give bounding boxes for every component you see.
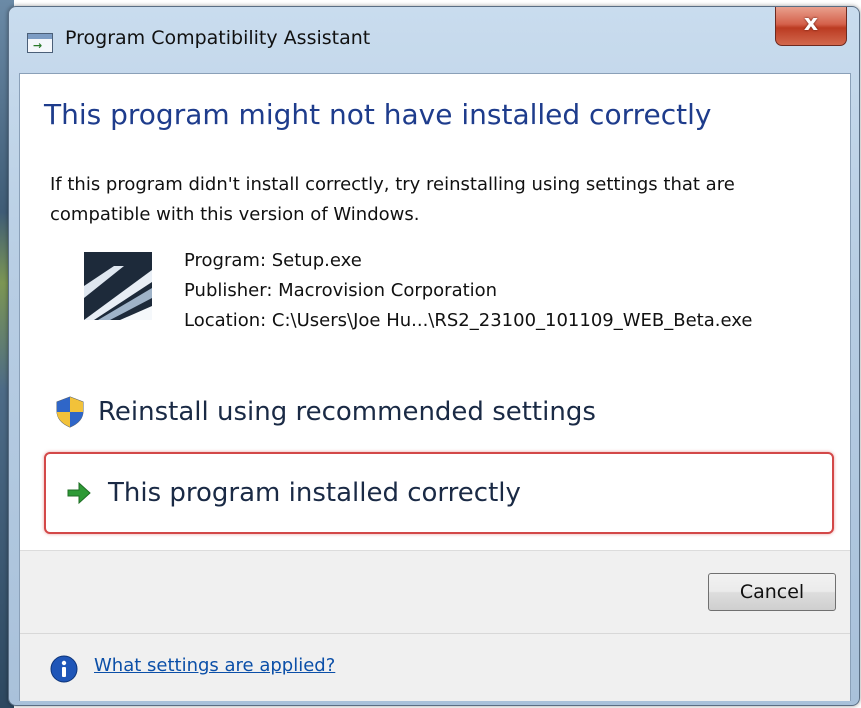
description-text: If this program didn't install correctly… bbox=[50, 174, 735, 225]
info-icon bbox=[50, 655, 78, 683]
window-title: Program Compatibility Assistant bbox=[65, 27, 371, 49]
installed-correctly-option[interactable]: This program installed correctly bbox=[44, 452, 834, 534]
dialog-content: This program might not have installed co… bbox=[19, 73, 851, 701]
main-heading: This program might not have installed co… bbox=[44, 98, 712, 131]
program-location: Location: C:\Users\Joe Hu...\RS2_23100_1… bbox=[184, 310, 753, 331]
setup-program-icon bbox=[84, 252, 152, 320]
title-bar[interactable]: → Program Compatibility Assistant x bbox=[9, 7, 859, 73]
green-arrow-icon bbox=[67, 481, 91, 505]
dialog-footer: Cancel What settings are applied? bbox=[20, 550, 850, 701]
program-name: Program: Setup.exe bbox=[184, 250, 362, 271]
footer-divider bbox=[20, 633, 850, 634]
publisher-name: Publisher: Macrovision Corporation bbox=[184, 280, 498, 301]
cancel-button[interactable]: Cancel bbox=[708, 573, 836, 611]
settings-help-link[interactable]: What settings are applied? bbox=[94, 655, 335, 676]
installed-correctly-label: This program installed correctly bbox=[108, 478, 521, 508]
dialog-window: → Program Compatibility Assistant x This… bbox=[8, 6, 860, 706]
reinstall-option[interactable]: Reinstall using recommended settings bbox=[56, 384, 596, 440]
window-icon: → bbox=[27, 33, 53, 53]
reinstall-option-label: Reinstall using recommended settings bbox=[98, 397, 596, 427]
close-button[interactable]: x bbox=[775, 7, 847, 46]
shield-icon bbox=[56, 396, 84, 428]
